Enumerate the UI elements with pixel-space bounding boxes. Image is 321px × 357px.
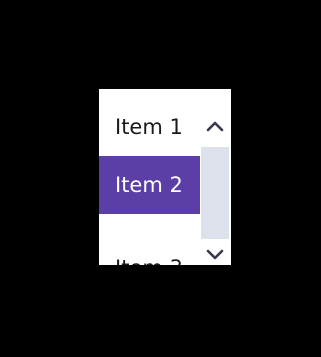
- list-item-3[interactable]: Item 3: [99, 239, 200, 265]
- scroll-up-button[interactable]: [200, 112, 231, 142]
- vertical-scrollbar[interactable]: [200, 89, 231, 265]
- list-item-label: Item 3: [115, 256, 183, 265]
- listbox[interactable]: Item 1 Item 2 Item 3: [99, 89, 231, 265]
- list-item-1[interactable]: Item 1: [99, 98, 200, 156]
- chevron-up-icon: [206, 121, 224, 132]
- listbox-viewport: Item 1 Item 2 Item 3: [99, 89, 200, 265]
- list-item-label: Item 2: [115, 173, 183, 197]
- chevron-down-icon: [206, 249, 224, 260]
- scrollbar-thumb[interactable]: [201, 147, 229, 239]
- list-item-2[interactable]: Item 2: [99, 156, 200, 214]
- list-item-label: Item 1: [115, 115, 183, 139]
- scroll-down-button[interactable]: [200, 241, 231, 265]
